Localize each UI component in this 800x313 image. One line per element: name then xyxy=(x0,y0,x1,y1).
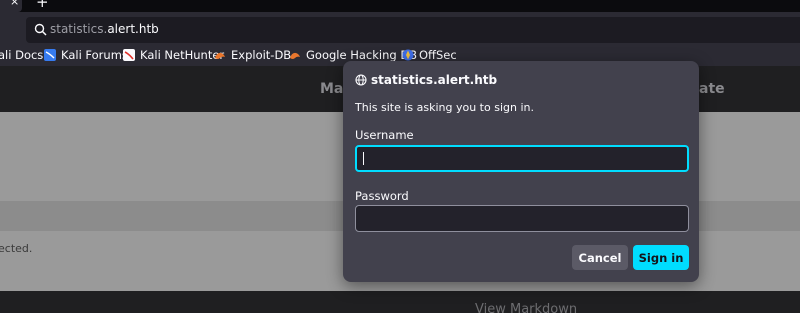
dialog-title: statistics.alert.htb xyxy=(355,73,497,87)
nethunter-icon xyxy=(123,49,135,61)
browser-tab[interactable]: × xyxy=(0,0,22,12)
view-markdown-link[interactable]: View Markdown xyxy=(475,302,577,313)
tab-strip: × + xyxy=(0,0,800,12)
url-domain: alert.htb xyxy=(107,22,159,36)
bookmark-label: Kali Forums xyxy=(61,48,128,62)
bookmark-kali-nethunter[interactable]: Kali NetHunter xyxy=(123,47,224,63)
page-footer: View Markdown xyxy=(0,291,800,313)
url-text[interactable]: statistics.alert.htb xyxy=(50,22,159,36)
cancel-button[interactable]: Cancel xyxy=(572,245,628,270)
dialog-message: This site is asking you to sign in. xyxy=(355,101,534,114)
page-status-text: ected. xyxy=(0,242,33,255)
bookmark-label: Google Hacking DB xyxy=(306,48,418,62)
kali-forums-icon xyxy=(44,49,56,61)
navigation-toolbar: statistics.alert.htb xyxy=(0,12,800,44)
url-bar[interactable]: statistics.alert.htb xyxy=(26,17,800,43)
password-field[interactable] xyxy=(355,205,689,232)
new-tab-icon[interactable]: + xyxy=(36,0,49,10)
search-icon xyxy=(34,23,47,36)
username-field[interactable] xyxy=(355,145,689,172)
bookmark-exploit-db[interactable]: Exploit-DB xyxy=(214,47,291,63)
ghdb-icon xyxy=(290,52,300,59)
auth-dialog: statistics.alert.htb This site is asking… xyxy=(343,61,699,282)
offsec-icon xyxy=(402,49,414,61)
header-nav-link[interactable]: Ma xyxy=(320,81,343,97)
tab-close-icon[interactable]: × xyxy=(10,0,19,8)
bookmark-kali-forums[interactable]: Kali Forums xyxy=(44,47,128,63)
url-host-prefix: statistics. xyxy=(50,22,108,36)
sign-in-button[interactable]: Sign in xyxy=(633,245,689,270)
dialog-site-name: statistics.alert.htb xyxy=(371,73,498,87)
bookmark-label: Kali NetHunter xyxy=(140,48,225,62)
bookmark-label: Exploit-DB xyxy=(231,48,292,62)
header-nav-link[interactable]: ate xyxy=(699,81,725,97)
username-label: Username xyxy=(355,128,414,142)
bookmark-label: OffSec xyxy=(419,48,457,62)
text-caret xyxy=(363,152,364,165)
globe-icon xyxy=(355,74,367,86)
bookmark-label: ali Docs xyxy=(0,48,44,62)
bookmark-kali-docs[interactable]: ali Docs xyxy=(0,47,43,63)
password-label: Password xyxy=(355,189,409,203)
exploit-db-icon xyxy=(215,52,225,59)
